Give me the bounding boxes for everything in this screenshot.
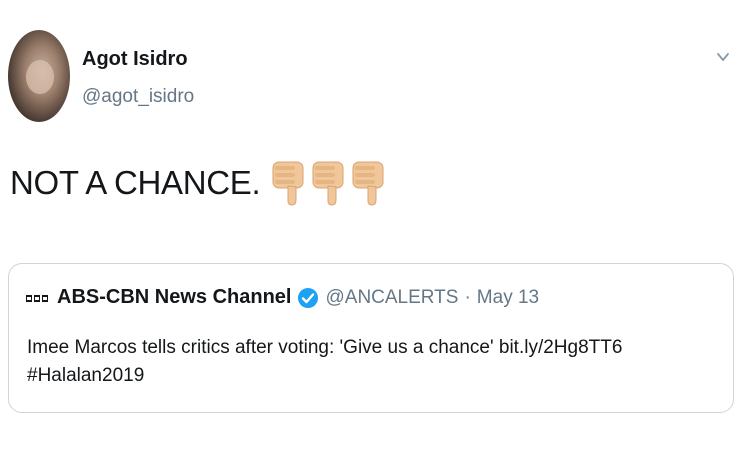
separator-dot: · <box>464 286 471 308</box>
thumbs-down-icon <box>312 161 344 206</box>
quoted-tweet-text: Imee Marcos tells critics after voting: … <box>27 334 717 390</box>
author-name[interactable]: Agot Isidro <box>82 48 188 71</box>
quoted-author-name[interactable]: ABS-CBN News Channel <box>57 286 291 309</box>
tweet-text-row: NOT A CHANCE. <box>10 160 386 206</box>
quoted-text-line: Imee Marcos tells critics after voting: … <box>27 337 623 358</box>
quoted-tweet-header: ABS-CBN News Channel @ANCALERTS · May 13 <box>25 286 539 309</box>
emoji-group <box>270 160 386 206</box>
quoted-tweet[interactable]: ABS-CBN News Channel @ANCALERTS · May 13… <box>8 263 734 413</box>
hashtag-link[interactable]: #Halalan2019 <box>27 362 717 390</box>
tweet-text: NOT A CHANCE. <box>10 164 261 201</box>
thumbs-down-icon <box>272 161 304 206</box>
chevron-down-icon[interactable] <box>716 50 730 64</box>
author-handle[interactable]: @agot_isidro <box>82 86 194 108</box>
abs-cbn-logo <box>26 294 48 302</box>
quoted-date[interactable]: May 13 <box>477 287 539 309</box>
thumbs-down-icon <box>352 161 384 206</box>
quoted-author-handle[interactable]: @ANCALERTS <box>325 287 458 309</box>
avatar[interactable] <box>8 30 70 122</box>
verified-icon <box>298 287 319 308</box>
tweet-card: Agot Isidro @agot_isidro NOT A CHANCE. A… <box>0 0 750 450</box>
